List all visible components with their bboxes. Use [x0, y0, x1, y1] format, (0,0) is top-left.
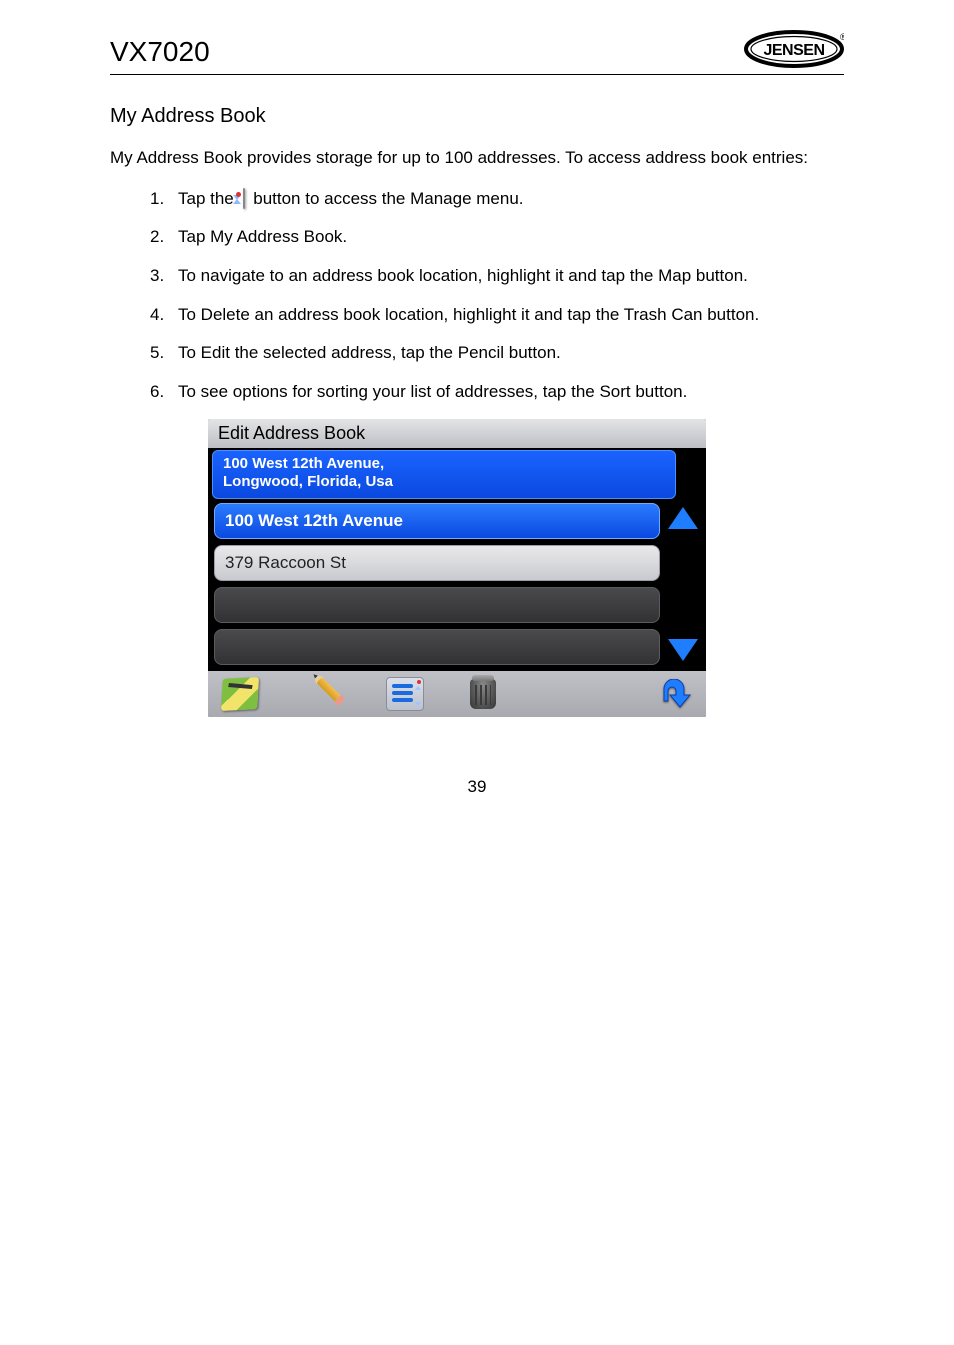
step-2: 2. Tap My Address Book.: [150, 225, 844, 250]
step-3: 3. To navigate to an address book locati…: [150, 264, 844, 289]
list-item-empty: [214, 629, 660, 665]
step-text: To Edit the selected address, tap the Pe…: [178, 341, 844, 366]
screenshot-toolbar: [208, 671, 706, 717]
scroll-up-icon[interactable]: [668, 507, 698, 529]
selected-full-address: 100 West 12th Avenue, Longwood, Florida,…: [212, 450, 676, 500]
sort-list-icon[interactable]: [386, 677, 424, 711]
step-6: 6. To see options for sorting your list …: [150, 380, 844, 405]
step-number: 2.: [150, 225, 178, 250]
step-number: 1.: [150, 187, 178, 212]
product-name: VX7020: [110, 36, 210, 68]
brand-logo: JENSEN ®: [744, 30, 844, 68]
address-list: 100 West 12th Avenue 379 Raccoon St: [214, 503, 666, 665]
step-text-after: button to access the Manage menu.: [253, 189, 523, 208]
step-number: 3.: [150, 264, 178, 289]
back-icon[interactable]: [660, 679, 692, 709]
page-header: VX7020 JENSEN ®: [110, 30, 844, 75]
address-book-icon: [243, 187, 245, 212]
address-line-1: 100 West 12th Avenue,: [223, 455, 665, 474]
list-item[interactable]: 100 West 12th Avenue: [214, 503, 660, 539]
brand-text: JENSEN: [763, 42, 824, 59]
step-5: 5. To Edit the selected address, tap the…: [150, 341, 844, 366]
scroll-down-icon[interactable]: [668, 639, 698, 661]
edit-address-book-screenshot: Edit Address Book 100 West 12th Avenue, …: [208, 419, 706, 718]
step-text: To navigate to an address book location,…: [178, 264, 844, 289]
intro-text: My Address Book provides storage for up …: [110, 146, 844, 171]
scroll-controls: [666, 503, 700, 665]
step-text: To Delete an address book location, high…: [178, 303, 844, 328]
pencil-icon[interactable]: [298, 670, 346, 717]
svg-text:®: ®: [840, 32, 844, 42]
map-icon[interactable]: [221, 677, 259, 711]
section-title: My Address Book: [110, 105, 844, 128]
step-4: 4. To Delete an address book location, h…: [150, 303, 844, 328]
step-text: To see options for sorting your list of …: [178, 380, 844, 405]
step-number: 4.: [150, 303, 178, 328]
step-text-before: Tap the: [178, 189, 239, 208]
list-item-empty: [214, 587, 660, 623]
screenshot-title: Edit Address Book: [208, 419, 706, 448]
step-number: 5.: [150, 341, 178, 366]
step-text: Tap My Address Book.: [178, 225, 844, 250]
step-1: 1. Tap the button to access the Manage m…: [150, 187, 844, 212]
step-number: 6.: [150, 380, 178, 405]
list-item[interactable]: 379 Raccoon St: [214, 545, 660, 581]
trash-icon[interactable]: [470, 678, 506, 710]
address-line-2: Longwood, Florida, Usa: [223, 473, 665, 492]
page-number: 39: [110, 777, 844, 797]
